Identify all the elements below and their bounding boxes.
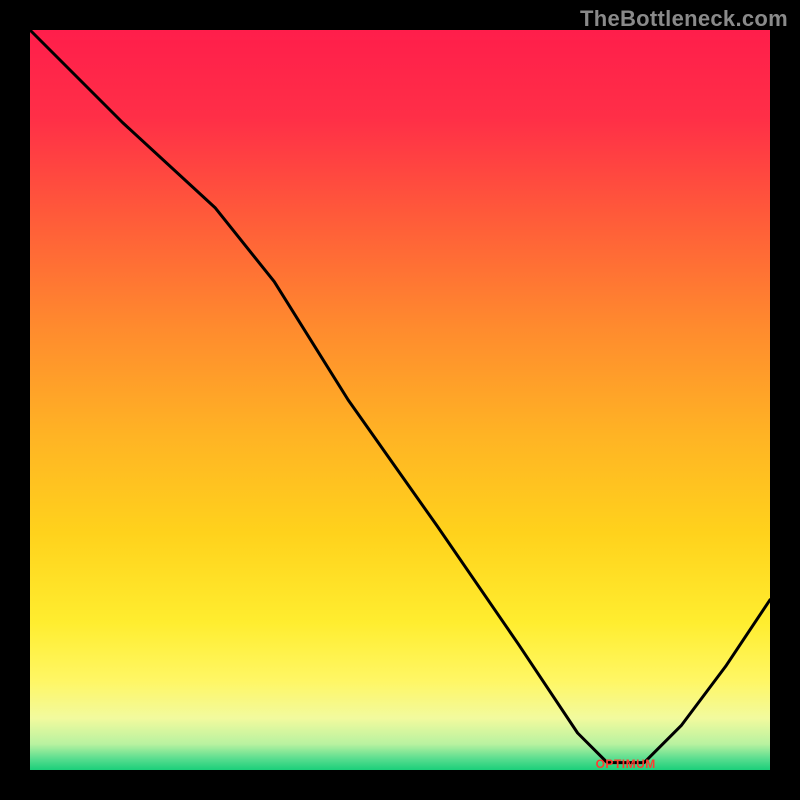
plot-frame: OPTIMUM [30,30,770,770]
chart-stage: TheBottleneck.com OPTIMUM [0,0,800,800]
optimum-label: OPTIMUM [596,757,656,771]
bottleneck-curve [30,30,770,770]
watermark-text: TheBottleneck.com [580,6,788,32]
